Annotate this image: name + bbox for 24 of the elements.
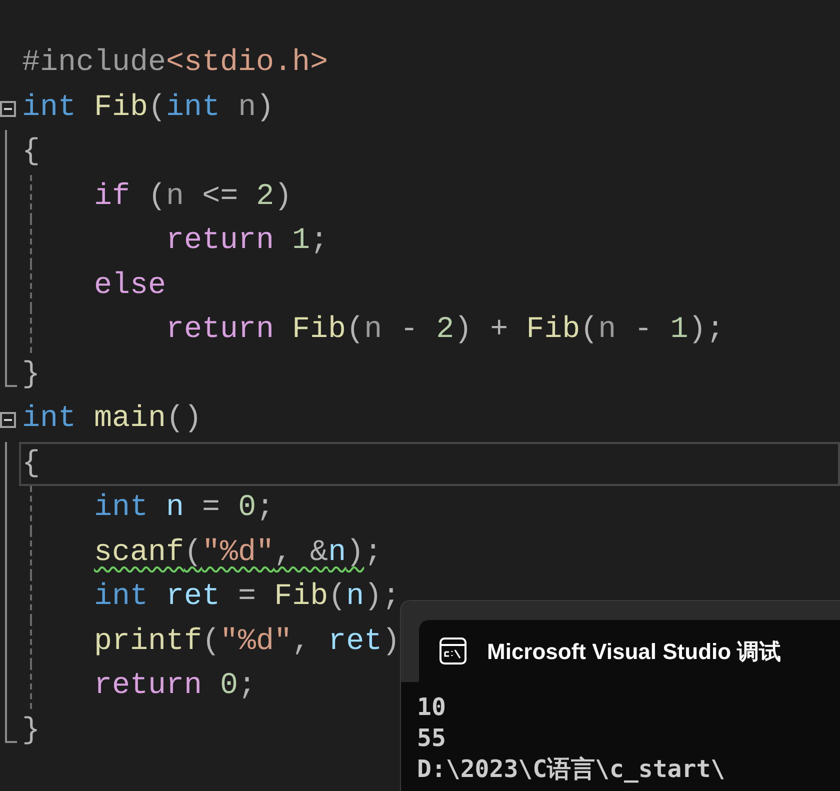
code-line: scanf("%d", &n); xyxy=(93,534,382,571)
code-line: int ret = Fib(n); xyxy=(93,579,400,616)
code-line: else xyxy=(93,268,166,304)
code-line: { xyxy=(21,446,40,482)
collapse-icon[interactable] xyxy=(0,100,16,116)
code-line: int n = 0; xyxy=(93,490,274,526)
terminal-icon xyxy=(439,637,467,665)
console-output-line: 10 xyxy=(417,692,446,723)
code-line: int Fib(int n) xyxy=(21,90,274,126)
code-line: return 1; xyxy=(165,223,328,260)
code-line: return Fib(n - 2) + Fib(n - 1); xyxy=(165,312,724,348)
collapse-icon[interactable] xyxy=(0,412,16,428)
code-line: return 0; xyxy=(93,668,256,704)
code-line: #include<stdio.h> xyxy=(21,45,328,82)
code-line: } xyxy=(21,712,40,749)
console-output-line: D:\2023\C语言\c_start\ xyxy=(417,754,726,785)
console-tab[interactable]: Microsoft Visual Studio 调试 xyxy=(419,620,840,682)
code-line: if (n <= 2) xyxy=(93,178,292,215)
code-line: { xyxy=(21,134,40,170)
code-line: int main() xyxy=(21,401,202,438)
console-output-line: 55 xyxy=(417,723,446,754)
code-line: printf("%d", ret) xyxy=(93,624,400,660)
code-line: } xyxy=(21,356,40,393)
console-title: Microsoft Visual Studio 调试 xyxy=(487,638,782,666)
